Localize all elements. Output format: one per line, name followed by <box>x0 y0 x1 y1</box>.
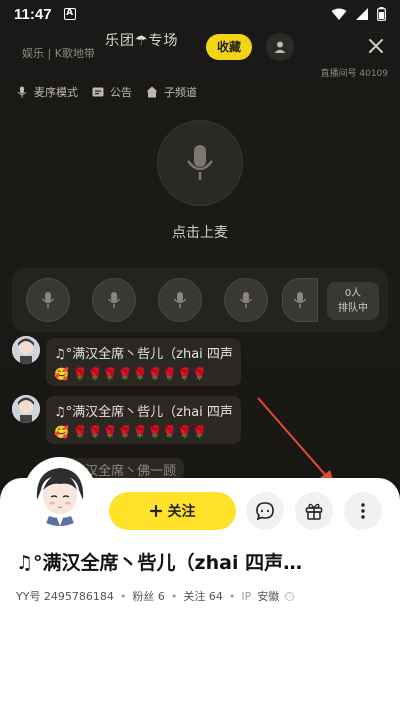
message-button[interactable] <box>246 492 284 530</box>
follow-label: 关注 <box>167 504 196 520</box>
separator-dot: • <box>119 589 127 603</box>
fans-count[interactable]: 粉丝 6 <box>132 588 165 604</box>
gift-button[interactable] <box>295 492 333 530</box>
profile-name: ♫°满汉全席丶呰儿（zhai 四声… <box>16 552 303 574</box>
ip-location: 安徽 <box>257 590 280 603</box>
plus-icon <box>149 505 162 517</box>
gift-icon <box>305 503 323 520</box>
chat-bubble-icon <box>256 502 274 521</box>
info-icon[interactable]: i <box>285 591 295 601</box>
following-count[interactable]: 关注 64 <box>183 588 223 604</box>
profile-avatar[interactable] <box>24 457 96 529</box>
separator-dot: • <box>228 589 236 603</box>
more-icon <box>361 503 365 519</box>
avatar-image <box>27 460 93 526</box>
yy-number: YY号 2495786184 <box>16 590 114 603</box>
profile-meta: YY号 2495786184 • 粉丝 6 • 关注 64 • IP 安徽 i <box>16 588 295 604</box>
follow-button[interactable]: 关注 <box>109 492 236 530</box>
more-button[interactable] <box>344 492 382 530</box>
ip-label: IP <box>241 589 252 603</box>
separator-dot: • <box>170 589 178 603</box>
